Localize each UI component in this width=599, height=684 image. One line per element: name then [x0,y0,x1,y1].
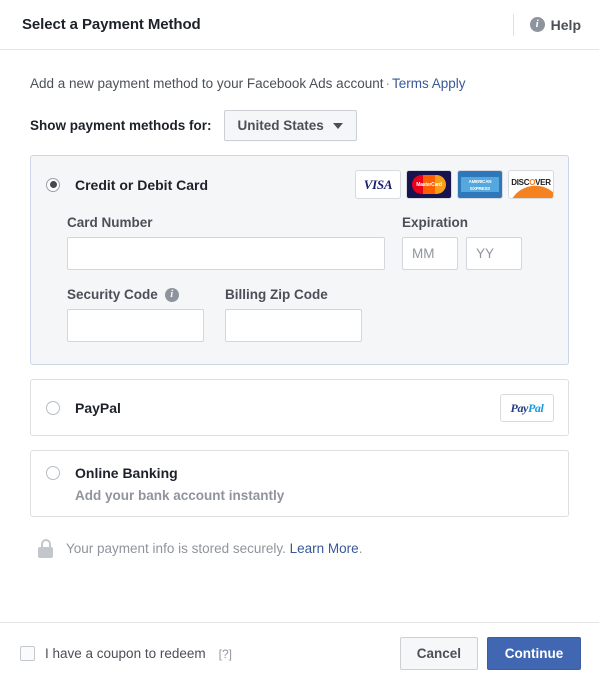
paypal-logo-icon: Pay Pal [500,394,554,423]
coupon-label: I have a coupon to redeem [45,646,206,661]
lock-body [38,547,53,559]
card-number-expiration-row: Card Number Expiration [67,215,543,271]
coupon-row[interactable]: I have a coupon to redeem [?] [20,646,400,661]
card-number-label: Card Number [67,215,153,231]
cancel-button[interactable]: Cancel [399,637,478,670]
billing-zip-input[interactable] [225,309,362,343]
security-code-label-text: Security Code [67,287,158,303]
secure-storage-note: Your payment info is stored securely. Le… [30,539,569,559]
discover-text-post: VER [535,177,551,187]
page-title: Select a Payment Method [22,16,201,33]
card-brand-logos: VISA MasterCard AMERICAN EXPRESS DISCOVE… [355,170,554,200]
continue-button[interactable]: Continue [487,637,581,670]
expiration-month-input[interactable] [402,237,458,271]
visa-logo-icon: VISA [355,170,401,200]
intro-label: Add a new payment method to your Faceboo… [30,76,384,91]
visa-logo-text: VISA [363,176,393,192]
country-label: Show payment methods for: [30,118,212,134]
lock-icon [38,539,53,559]
expiration-label: Expiration [402,215,469,231]
chevron-down-icon [332,122,343,129]
online-banking-sublabel: Add your bank account instantly [75,488,285,504]
radio-credit-card[interactable] [46,177,60,192]
dialog-footer: I have a coupon to redeem [?] Cancel Con… [0,622,599,684]
dialog-body: Add a new payment method to your Faceboo… [0,76,599,559]
payment-option-credit-card[interactable]: Credit or Debit Card VISA MasterCard AME… [30,155,569,366]
secure-note-text-wrap: Your payment info is stored securely. Le… [66,541,362,556]
secure-note-period: . [358,541,363,557]
billing-zip-label: Billing Zip Code [225,287,328,303]
paypal-logo-wrap: Pay Pal [500,394,554,423]
coupon-checkbox[interactable] [20,646,35,661]
card-number-field-group: Card Number [67,215,385,271]
amex-logo-bottom-text: EXPRESS [461,184,499,193]
security-code-input[interactable] [67,309,204,343]
header-divider [512,13,514,36]
paypal-logo-text-a: Pay [510,400,529,415]
terms-apply-link[interactable]: Terms Apply [392,76,466,91]
help-button[interactable]: i Help [529,16,581,33]
help-label: Help [550,16,581,33]
country-selected-value: United States [237,118,324,134]
security-code-field-group: Security Code i [67,287,204,343]
radio-paypal[interactable] [46,401,60,416]
credit-card-label: Credit or Debit Card [75,176,209,193]
country-selector-row: Show payment methods for: United States [30,110,569,142]
discover-logo-text: DISCOVER [511,177,551,187]
discover-text-pre: DISC [511,177,530,187]
discover-logo-icon: DISCOVER [508,170,554,200]
card-number-input[interactable] [67,237,385,271]
country-dropdown[interactable]: United States [223,110,357,142]
dialog-header: Select a Payment Method i Help [0,0,599,50]
credit-card-form: Card Number Expiration Security Code i [31,212,568,364]
secure-note-text: Your payment info is stored securely. [66,541,286,557]
credit-card-option-header[interactable]: Credit or Debit Card VISA MasterCard AME… [31,156,568,212]
learn-more-link[interactable]: Learn More [290,541,359,556]
intro-separator: · [385,76,390,91]
paypal-option-header[interactable]: PayPal Pay Pal [31,380,568,435]
billing-zip-field-group: Billing Zip Code [225,287,362,343]
online-banking-label: Online Banking [75,465,178,482]
mastercard-logo-icon: MasterCard [406,170,452,200]
security-code-info-icon[interactable]: i [164,287,179,302]
payment-option-paypal[interactable]: PayPal Pay Pal [30,379,569,437]
security-zip-row: Security Code i Billing Zip Code [67,287,543,343]
security-code-label: Security Code i [67,287,204,302]
expiration-year-input[interactable] [466,237,522,271]
amex-logo-icon: AMERICAN EXPRESS [457,170,503,200]
online-banking-option-header[interactable]: Online Banking [31,451,568,487]
paypal-logo-text-b: Pal [528,400,544,415]
expiration-inputs [402,237,543,271]
intro-text: Add a new payment method to your Faceboo… [30,76,569,92]
mastercard-logo-text: MasterCard [416,182,442,189]
info-icon: i [529,17,545,32]
coupon-help-icon[interactable]: [?] [219,647,232,661]
payment-option-online-banking[interactable]: Online Banking Add your bank account ins… [30,450,569,518]
paypal-label: PayPal [75,400,121,417]
expiration-field-group: Expiration [402,215,543,271]
radio-online-banking[interactable] [46,466,60,481]
